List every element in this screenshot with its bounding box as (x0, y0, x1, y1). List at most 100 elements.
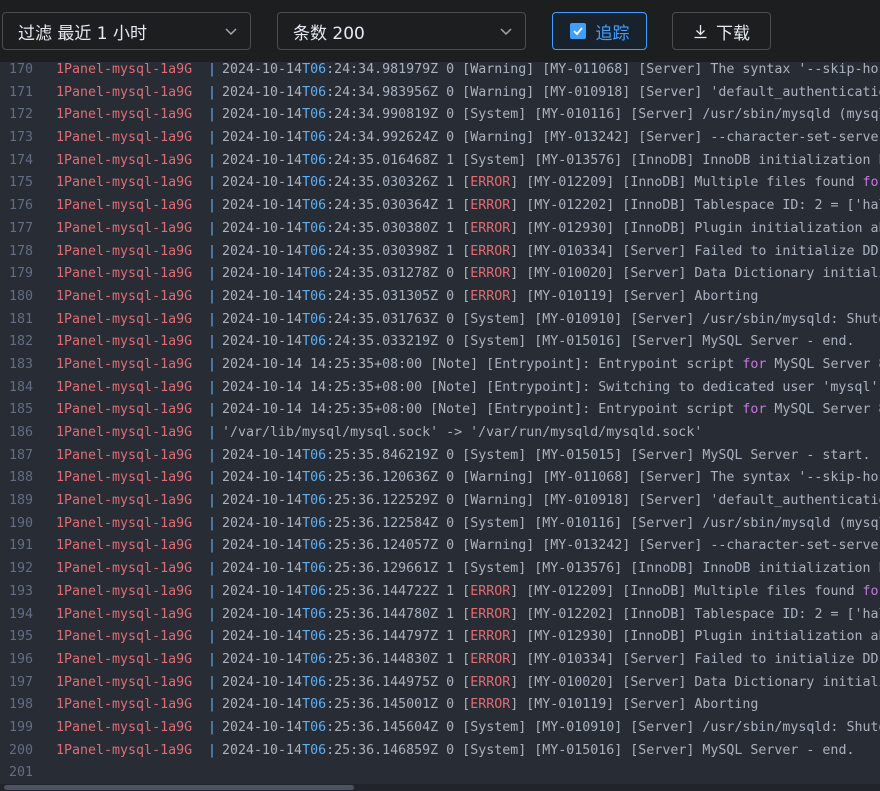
log-line: 188 1Panel-mysql-1a9G | 2024-10-14T06:25:36… (0, 467, 880, 490)
log-message: 2024-10-14T06:24:35.030364Z 1 [ERROR] [M… (222, 198, 880, 214)
line-number: 192 (8, 561, 33, 577)
container-name: 1Panel-mysql-1a9G (56, 379, 193, 395)
log-date: 2024-10-14 (222, 583, 303, 599)
container-name: 1Panel-mysql-1a9G (56, 493, 193, 509)
log-line: 179 1Panel-mysql-1a9G | 2024-10-14T06:24:35… (0, 263, 880, 286)
log-date: 2024-10-14 (222, 311, 303, 327)
container-name: 1Panel-mysql-1a9G (56, 84, 193, 100)
follow-label: 追踪 (595, 23, 630, 44)
container-name: 1Panel-mysql-1a9G (56, 583, 193, 599)
log-time-marker: T06 (302, 107, 327, 123)
download-button[interactable]: 下载 (672, 12, 771, 50)
container-name: 1Panel-mysql-1a9G (56, 334, 193, 350)
line-number: 182 (8, 334, 33, 350)
line-number: 185 (8, 402, 33, 418)
separator: | (208, 130, 217, 146)
line-number: 194 (8, 606, 33, 622)
container-name: 1Panel-mysql-1a9G (56, 697, 193, 713)
line-number: 198 (8, 697, 33, 713)
separator: | (208, 402, 217, 418)
log-line: 191 1Panel-mysql-1a9G | 2024-10-14T06:25:36… (0, 535, 880, 558)
log-line: 200 1Panel-mysql-1a9G | 2024-10-14T06:25:36… (0, 740, 880, 763)
log-message: 2024-10-14T06:25:36.129661Z 1 [System] [… (222, 561, 880, 577)
log-date: 2024-10-14 (222, 379, 303, 395)
log-message: 2024-10-14T06:25:36.144780Z 1 [ERROR] [M… (222, 606, 880, 622)
log-line: 170 1Panel-mysql-1a9G | 2024-10-14T06:24:34… (0, 62, 880, 82)
log-line: 176 1Panel-mysql-1a9G | 2024-10-14T06:24:35… (0, 195, 880, 218)
log-line: 174 1Panel-mysql-1a9G | 2024-10-14T06:24:35… (0, 150, 880, 173)
container-name: 1Panel-mysql-1a9G (56, 107, 193, 123)
log-date: 2024-10-14 (222, 84, 303, 100)
log-message: 2024-10-14T06:24:35.031305Z 0 [ERROR] [M… (222, 288, 759, 304)
container-name: 1Panel-mysql-1a9G (56, 606, 193, 622)
log-time-marker: T06 (302, 243, 327, 259)
line-number: 196 (8, 651, 33, 667)
log-line: 172 1Panel-mysql-1a9G | 2024-10-14T06:24:34… (0, 104, 880, 127)
line-number: 177 (8, 220, 33, 236)
log-line: 195 1Panel-mysql-1a9G | 2024-10-14T06:25:36… (0, 626, 880, 649)
log-message: 2024-10-14T06:24:34.990819Z 0 [System] [… (222, 107, 880, 123)
log-date: 2024-10-14 (222, 719, 303, 735)
container-name: 1Panel-mysql-1a9G (56, 515, 193, 531)
time-filter-value: 过滤 最近 1 小时 (18, 23, 148, 44)
scrollbar-thumb[interactable] (4, 785, 354, 790)
separator: | (208, 84, 217, 100)
log-line: 178 1Panel-mysql-1a9G | 2024-10-14T06:24:35… (0, 241, 880, 264)
log-line: 199 1Panel-mysql-1a9G | 2024-10-14T06:25:36… (0, 717, 880, 740)
separator: | (208, 583, 217, 599)
follow-toggle-button[interactable]: 追踪 (552, 12, 647, 50)
container-name: 1Panel-mysql-1a9G (56, 425, 193, 440)
log-lines: 170 1Panel-mysql-1a9G | 2024-10-14T06:24:34… (0, 62, 880, 785)
line-number: 184 (8, 379, 33, 395)
log-line: 186 1Panel-mysql-1a9G | '/var/lib/mysql/mys… (0, 422, 880, 445)
line-count-select[interactable]: 条数 200 (277, 12, 526, 50)
log-date: 2024-10-14 (222, 198, 303, 214)
log-time-marker: T06 (302, 152, 327, 168)
separator: | (208, 334, 217, 350)
log-message: 2024-10-14T06:24:35.030398Z 1 [ERROR] [M… (222, 243, 879, 259)
log-time-marker: T06 (302, 266, 327, 282)
log-date: 2024-10-14 (222, 152, 303, 168)
separator: | (208, 425, 217, 440)
line-number: 186 (8, 425, 33, 440)
log-message: 2024-10-14T06:25:36.122529Z 0 [Warning] … (222, 493, 880, 509)
line-number: 199 (8, 719, 33, 735)
log-date: 2024-10-14 (222, 62, 303, 77)
line-number: 180 (8, 288, 33, 304)
log-time-marker: T06 (302, 538, 327, 554)
line-number: 200 (8, 742, 33, 758)
log-time-marker: T06 (302, 84, 327, 100)
log-line: 185 1Panel-mysql-1a9G | 2024-10-14 14:25:35… (0, 399, 880, 422)
horizontal-scrollbar[interactable] (0, 784, 880, 791)
log-message: 2024-10-14T06:25:36.144830Z 1 [ERROR] [M… (222, 651, 879, 667)
log-date: 2024-10-14 (222, 175, 303, 191)
container-name: 1Panel-mysql-1a9G (56, 266, 193, 282)
log-message: 2024-10-14T06:24:35.031278Z 0 [ERROR] [M… (222, 266, 880, 282)
time-filter-select[interactable]: 过滤 最近 1 小时 (2, 12, 251, 50)
log-date: 2024-10-14 (222, 130, 303, 146)
log-line: 182 1Panel-mysql-1a9G | 2024-10-14T06:24:35… (0, 331, 880, 354)
log-message: 2024-10-14T06:24:35.016468Z 1 [System] [… (222, 152, 880, 168)
separator: | (208, 447, 217, 463)
container-name: 1Panel-mysql-1a9G (56, 198, 193, 214)
log-date: 2024-10-14 (222, 629, 303, 645)
log-viewer[interactable]: 170 1Panel-mysql-1a9G | 2024-10-14T06:24:34… (0, 62, 880, 791)
container-name: 1Panel-mysql-1a9G (56, 651, 193, 667)
log-message: 2024-10-14T06:25:36.146859Z 0 [System] [… (222, 742, 855, 758)
log-message: 2024-10-14T06:24:35.030380Z 1 [ERROR] [M… (222, 220, 880, 236)
log-time-marker: T06 (302, 334, 327, 350)
log-message: 2024-10-14T06:24:34.981979Z 0 [Warning] … (222, 62, 880, 77)
separator: | (208, 606, 217, 622)
line-number: 190 (8, 515, 33, 531)
chevron-down-icon (500, 28, 512, 36)
container-name: 1Panel-mysql-1a9G (56, 561, 193, 577)
log-time-marker: T06 (302, 311, 327, 327)
checkbox-checked-icon[interactable] (569, 23, 586, 39)
log-line: 193 1Panel-mysql-1a9G | 2024-10-14T06:25:36… (0, 581, 880, 604)
log-time-marker: T06 (302, 606, 327, 622)
log-line: 189 1Panel-mysql-1a9G | 2024-10-14T06:25:36… (0, 490, 880, 513)
log-message: 2024-10-14T06:24:34.992624Z 0 [Warning] … (222, 130, 880, 146)
line-number: 187 (8, 447, 33, 463)
log-toolbar: 过滤 最近 1 小时 条数 200 追踪 下载 (0, 0, 880, 62)
log-date: 2024-10-14 (222, 356, 303, 372)
